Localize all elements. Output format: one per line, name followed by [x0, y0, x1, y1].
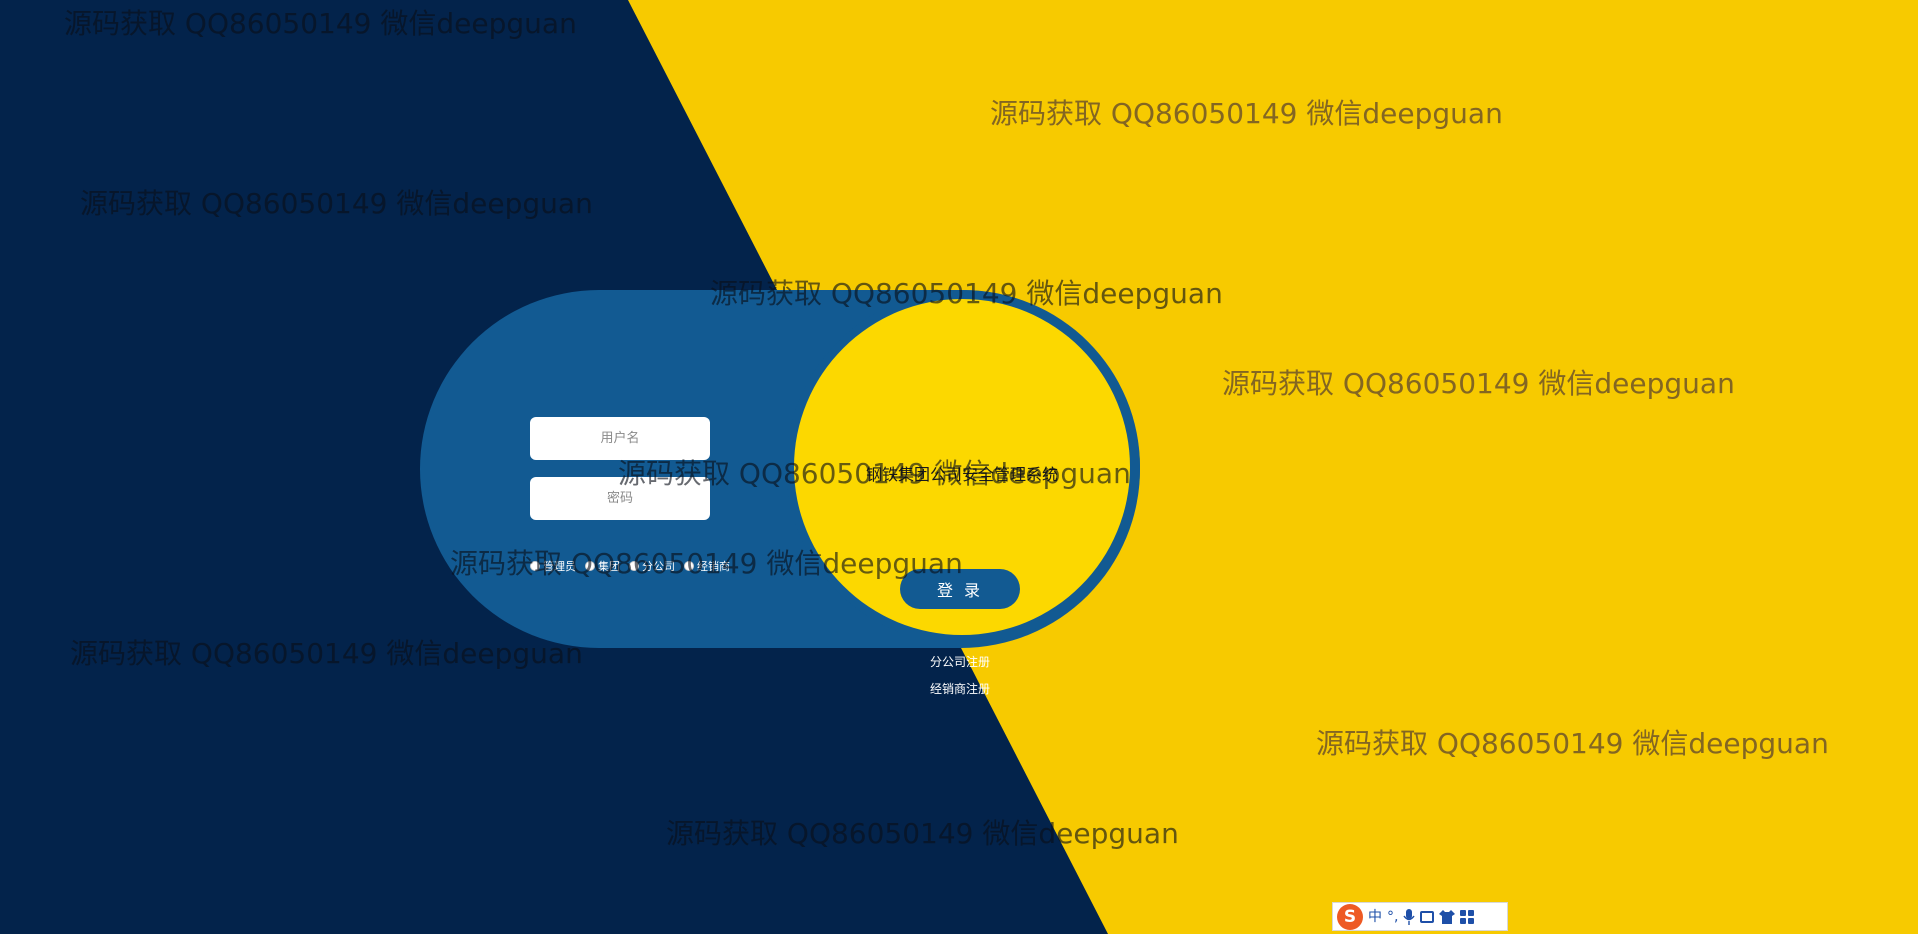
radio-admin[interactable]: [530, 561, 540, 571]
keyboard-icon[interactable]: [1420, 910, 1435, 923]
branch-register-link[interactable]: 分公司注册: [930, 653, 990, 670]
role-option-branch[interactable]: 分公司: [629, 558, 675, 574]
radio-dealer[interactable]: [684, 561, 694, 571]
password-input[interactable]: [530, 477, 710, 520]
login-page: 钢铁集团公司安全管理系统 管理员 集团 分公司 经销商 登 录 分公司注册 经销…: [0, 0, 1918, 934]
role-option-admin[interactable]: 管理员: [530, 558, 576, 574]
role-label-dealer: 经销商: [697, 560, 730, 573]
ime-mode-toggle[interactable]: 中: [1368, 910, 1382, 924]
dealer-register-link[interactable]: 经销商注册: [930, 680, 990, 697]
ime-toolbar: S 中 °,: [1332, 902, 1508, 931]
system-title: 钢铁集团公司安全管理系统: [865, 465, 1058, 484]
grid-icon[interactable]: [1460, 909, 1475, 924]
login-button[interactable]: 登 录: [900, 569, 1020, 609]
role-label-admin: 管理员: [543, 560, 576, 573]
ime-logo-icon[interactable]: S: [1337, 903, 1363, 930]
radio-branch[interactable]: [629, 561, 639, 571]
role-option-dealer[interactable]: 经销商: [684, 558, 730, 574]
role-option-group[interactable]: 集团: [585, 558, 620, 574]
ime-punctuation-toggle[interactable]: °,: [1387, 910, 1398, 924]
mic-icon[interactable]: [1403, 908, 1416, 925]
role-label-branch: 分公司: [642, 560, 675, 573]
username-input[interactable]: [530, 417, 710, 460]
role-label-group: 集团: [598, 560, 620, 573]
role-radio-group: 管理员 集团 分公司 经销商: [530, 558, 730, 574]
shirt-icon[interactable]: [1439, 909, 1456, 924]
radio-group[interactable]: [585, 561, 595, 571]
